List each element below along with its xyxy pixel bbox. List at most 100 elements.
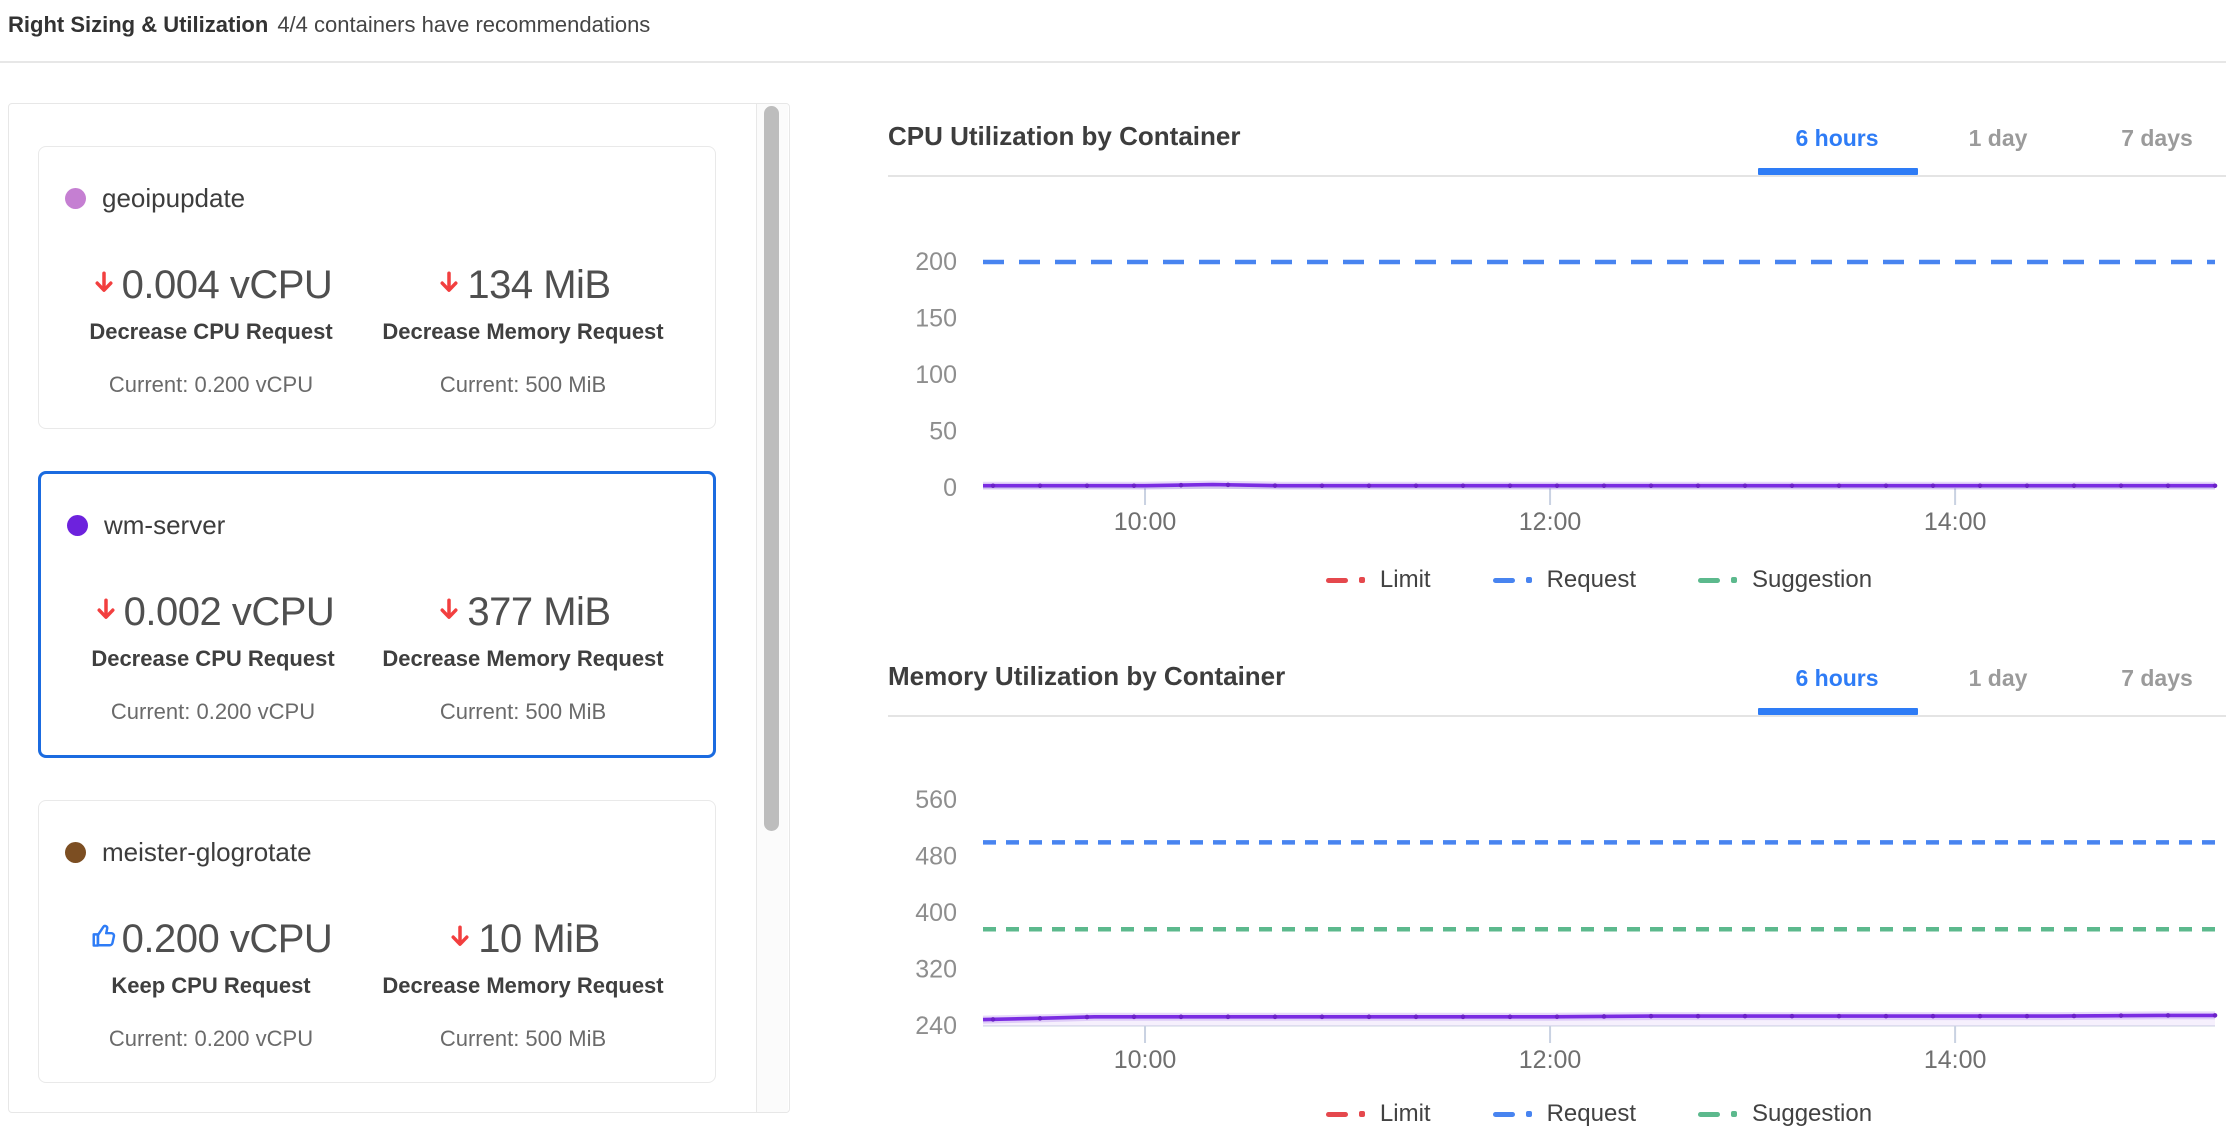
- legend-item-suggestion: Suggestion: [1698, 566, 1872, 594]
- recommended-value: 0.002 vCPU: [124, 591, 335, 633]
- legend-dash-mark: [1326, 578, 1348, 583]
- recommended-value: 377 MiB: [467, 591, 610, 633]
- legend-dash-mark: [1493, 578, 1515, 583]
- recommendation-value-row: 377 MiB: [435, 591, 610, 633]
- cpu-utilization-chart-section: CPU Utilization by Container 6 hours 1 da…: [888, 100, 2226, 620]
- red-down-arrow-icon: [435, 268, 463, 296]
- recommended-value: 0.004 vCPU: [122, 264, 333, 306]
- svg-text:240: 240: [915, 1012, 957, 1040]
- memory-utilization-chart-section: Memory Utilization by Container 6 hours 1…: [888, 640, 2226, 1144]
- recommendation-columns: 0.004 vCPU Decrease CPU Request Current: 0…: [65, 264, 689, 398]
- recommendation-value-row: 10 MiB: [446, 918, 600, 960]
- recommendation-action-label: Keep CPU Request: [65, 973, 357, 999]
- tab-6-hours[interactable]: 6 hours: [1795, 124, 1878, 152]
- chart-header-divider: [888, 715, 2226, 717]
- page-header: Right Sizing & Utilization 4/4 container…: [8, 12, 650, 38]
- current-value-label: Current: 500 MiB: [359, 699, 687, 725]
- red-down-arrow-icon: [446, 922, 474, 950]
- svg-text:560: 560: [915, 786, 957, 814]
- legend-label: Suggestion: [1752, 566, 1872, 594]
- svg-text:12:00: 12:00: [1519, 508, 1582, 536]
- current-value-label: Current: 0.200 vCPU: [67, 699, 359, 725]
- recommendation-value-row: 0.004 vCPU: [90, 264, 333, 306]
- memory-chart-legend: Limit Request Suggestion: [983, 1100, 2215, 1128]
- recommendation-value-row: 0.002 vCPU: [92, 591, 335, 633]
- current-value-label: Current: 500 MiB: [357, 1026, 689, 1052]
- scrollbar-track[interactable]: [756, 104, 788, 1112]
- recommendation-action-label: Decrease CPU Request: [65, 319, 357, 345]
- legend-label: Request: [1547, 566, 1636, 594]
- legend-dash-mark: [1493, 1112, 1515, 1117]
- recommendation-action-label: Decrease CPU Request: [67, 646, 359, 672]
- tab-1-day[interactable]: 1 day: [1969, 124, 2028, 152]
- container-card-meister-glogrotate[interactable]: meister-glogrotate 0.200 vCPU Keep CPU Req…: [38, 800, 716, 1083]
- container-recommendations-panel: geoipupdate 0.004 vCPU Decrease CPU Reques…: [8, 103, 790, 1113]
- legend-dot-mark: [1359, 1111, 1365, 1117]
- recommendation-action-label: Decrease Memory Request: [357, 973, 689, 999]
- legend-dot-mark: [1731, 1111, 1737, 1117]
- legend-dash-mark: [1698, 578, 1720, 583]
- blue-thumbs-up-icon: [90, 922, 118, 950]
- svg-text:480: 480: [915, 843, 957, 871]
- legend-label: Request: [1547, 1100, 1636, 1128]
- chart-header-divider: [888, 175, 2226, 177]
- memory-recommendation: 10 MiB Decrease Memory Request Current: 50…: [357, 918, 689, 1052]
- container-card-list: geoipupdate 0.004 vCPU Decrease CPU Reques…: [38, 104, 716, 1113]
- svg-text:10:00: 10:00: [1114, 1046, 1177, 1070]
- svg-text:150: 150: [915, 305, 957, 333]
- legend-item-request: Request: [1493, 566, 1636, 594]
- svg-text:14:00: 14:00: [1924, 1046, 1987, 1070]
- page-title: Right Sizing & Utilization: [8, 12, 268, 38]
- container-name: wm-server: [104, 510, 225, 541]
- svg-text:320: 320: [915, 956, 957, 984]
- tab-7-days[interactable]: 7 days: [2121, 664, 2193, 692]
- container-card-header: wm-server: [67, 510, 687, 541]
- tab-1-day[interactable]: 1 day: [1969, 664, 2028, 692]
- container-card-header: geoipupdate: [65, 183, 689, 214]
- container-color-dot: [67, 515, 88, 536]
- scrollbar-thumb[interactable]: [764, 106, 779, 831]
- legend-dot-mark: [1731, 577, 1737, 583]
- svg-text:400: 400: [915, 899, 957, 927]
- memory-chart-title: Memory Utilization by Container: [888, 660, 1285, 692]
- active-tab-underline: [1758, 168, 1918, 175]
- legend-label: Limit: [1380, 1100, 1431, 1128]
- memory-chart-plot: 240 320 400 480 560 10:00 12:00 14:00: [888, 740, 2226, 1070]
- legend-item-limit: Limit: [1326, 566, 1431, 594]
- svg-text:0: 0: [943, 474, 957, 502]
- legend-dash-mark: [1326, 1112, 1348, 1117]
- container-card-header: meister-glogrotate: [65, 837, 689, 868]
- memory-recommendation: 377 MiBDecrease Memory RequestCurrent: 5…: [359, 591, 687, 725]
- cpu-chart-title: CPU Utilization by Container: [888, 120, 1240, 152]
- svg-text:50: 50: [929, 418, 957, 446]
- memory-recommendation: 134 MiBDecrease Memory RequestCurrent: 5…: [357, 264, 689, 398]
- legend-item-request: Request: [1493, 1100, 1636, 1128]
- tab-6-hours[interactable]: 6 hours: [1795, 664, 1878, 692]
- svg-text:200: 200: [915, 248, 957, 276]
- container-card-wm-server[interactable]: wm-server 0.002 vCPU Decrease CPU Request C…: [38, 471, 716, 758]
- container-card-geoipupdate[interactable]: geoipupdate 0.004 vCPU Decrease CPU Reques…: [38, 146, 716, 429]
- cpu-recommendation: 0.200 vCPUKeep CPU RequestCurrent: 0.200…: [65, 918, 357, 1052]
- svg-text:14:00: 14:00: [1924, 508, 1987, 536]
- container-name: geoipupdate: [102, 183, 245, 214]
- current-value-label: Current: 0.200 vCPU: [65, 372, 357, 398]
- recommendation-value-row: 0.200 vCPU: [90, 918, 333, 960]
- cpu-chart-plot: 0 50 100 150 200 10:00 12:00 14:00: [888, 230, 2226, 540]
- container-name: meister-glogrotate: [102, 837, 312, 868]
- recommendation-columns: 0.200 vCPUKeep CPU RequestCurrent: 0.200…: [65, 918, 689, 1052]
- svg-text:10:00: 10:00: [1114, 508, 1177, 536]
- svg-text:12:00: 12:00: [1519, 1046, 1582, 1070]
- legend-label: Suggestion: [1752, 1100, 1872, 1128]
- right-sizing-page: Right Sizing & Utilization 4/4 container…: [0, 0, 2226, 1144]
- svg-text:100: 100: [915, 361, 957, 389]
- legend-label: Limit: [1380, 566, 1431, 594]
- recommendation-value-row: 134 MiB: [435, 264, 610, 306]
- cpu-chart-legend: Limit Request Suggestion: [983, 566, 2215, 594]
- header-divider: [0, 61, 2226, 63]
- recommended-value: 134 MiB: [467, 264, 610, 306]
- cpu-recommendation: 0.004 vCPU Decrease CPU Request Current: 0…: [65, 264, 357, 398]
- tab-7-days[interactable]: 7 days: [2121, 124, 2193, 152]
- legend-dot-mark: [1526, 1111, 1532, 1117]
- current-value-label: Current: 500 MiB: [357, 372, 689, 398]
- recommended-value: 10 MiB: [478, 918, 600, 960]
